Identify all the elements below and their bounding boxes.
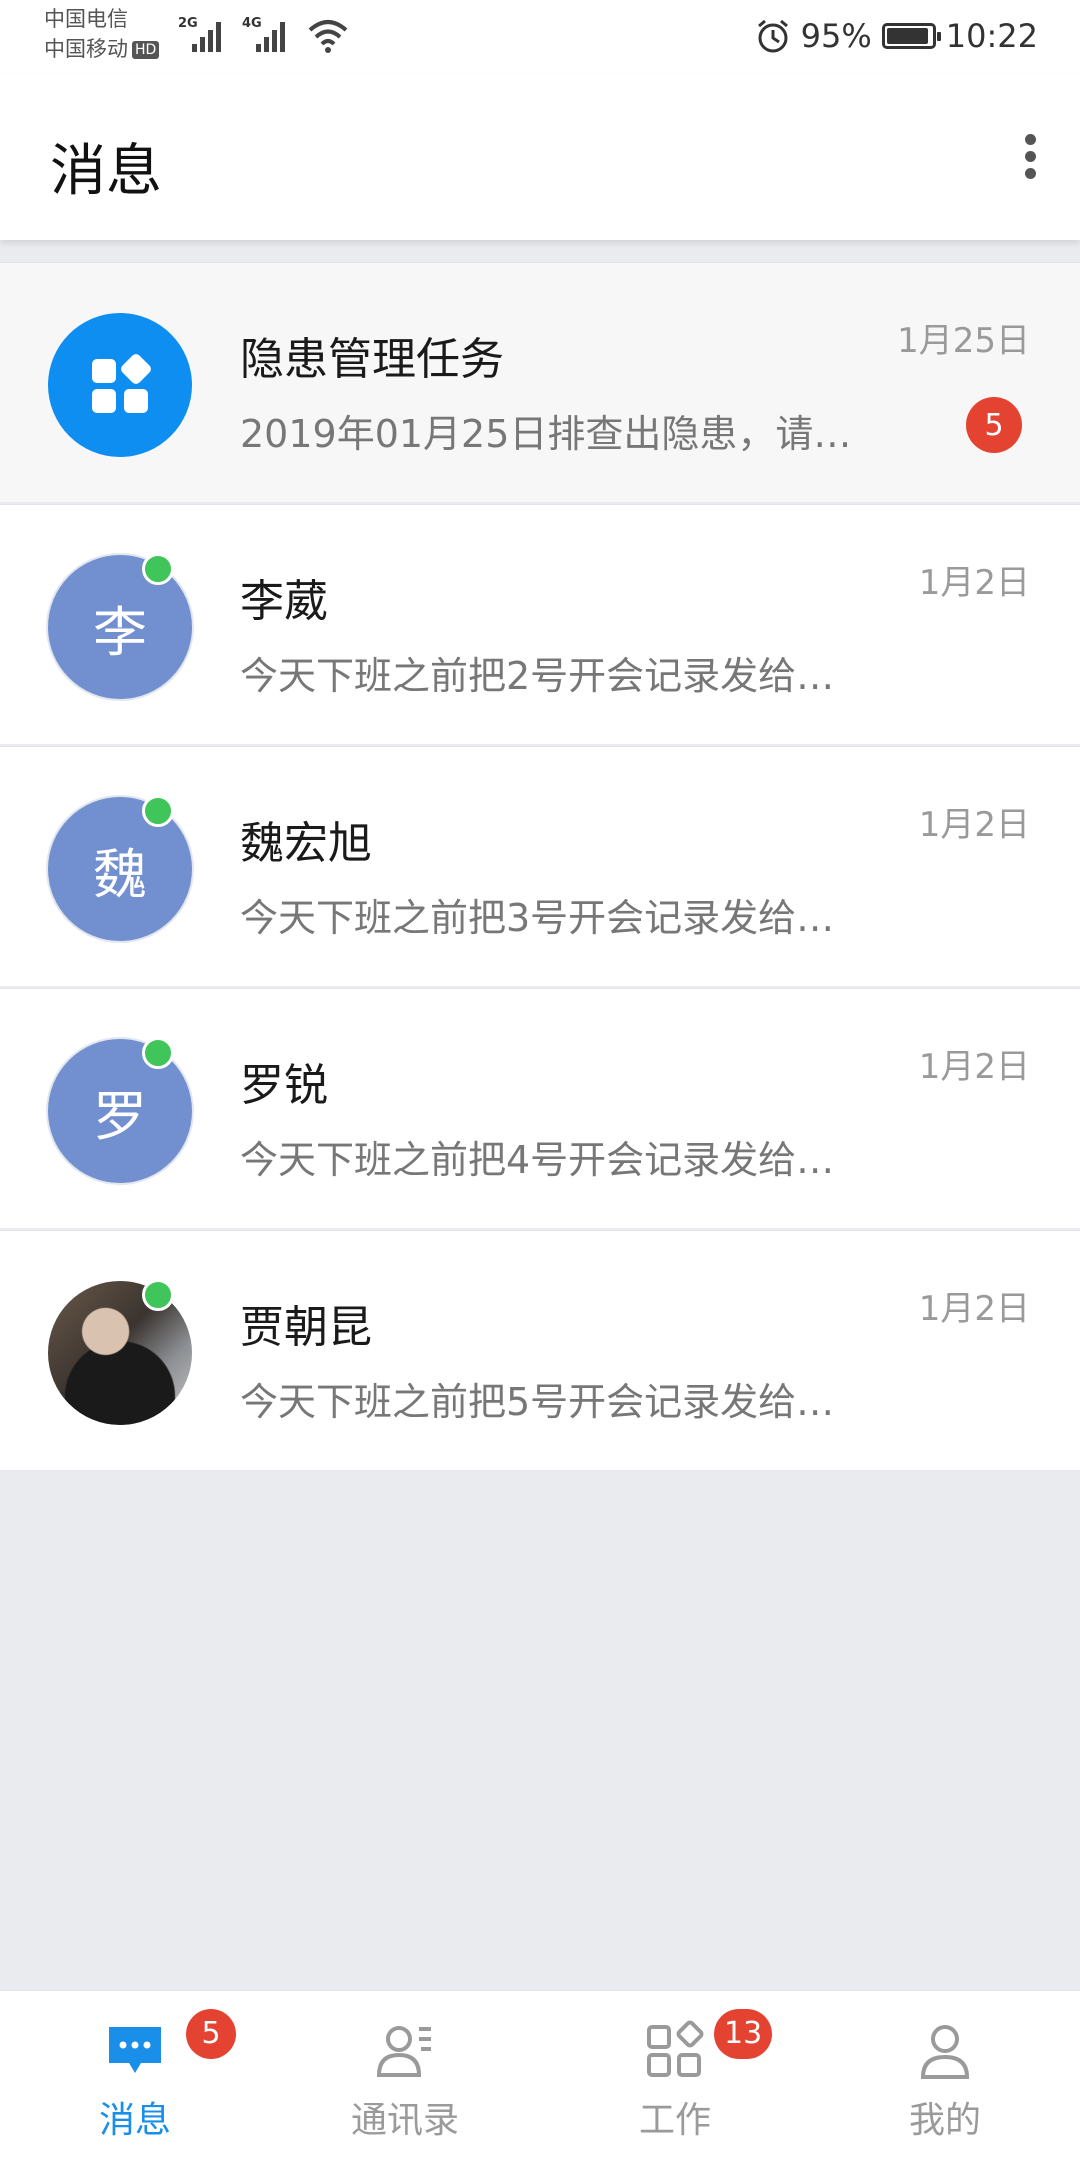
conversation-row[interactable]: 罗 罗锐 今天下班之前把4号开会记录发给… 1月2日 <box>0 988 1080 1228</box>
tab-badge: 5 <box>186 2009 236 2059</box>
tab-label: 工作 <box>638 2100 711 2141</box>
carrier-info: 中国电信 中国移动 HD <box>44 4 160 64</box>
conversation-preview: 2019年01月25日排查出隐患，请… <box>240 412 852 456</box>
conversation-row[interactable]: 魏 魏宏旭 今天下班之前把3号开会记录发给… 1月2日 <box>0 746 1080 986</box>
contacts-icon <box>376 2026 431 2077</box>
conversation-row[interactable]: 李 李葳 今天下班之前把2号开会记录发给… 1月2日 <box>0 504 1080 744</box>
unread-badge: 5 <box>966 397 1022 453</box>
conversation-date: 1月2日 <box>918 563 1030 603</box>
carrier-1: 中国电信 <box>44 7 128 31</box>
tab-me[interactable]: 我的 <box>810 1991 1080 2161</box>
tab-messages[interactable]: 消息 5 <box>0 1991 270 2161</box>
tab-label: 我的 <box>908 2100 981 2141</box>
tab-contacts[interactable]: 通讯录 <box>270 1991 540 2161</box>
tab-badge: 13 <box>714 2009 773 2059</box>
conversation-name: 魏宏旭 <box>240 818 372 869</box>
page-title: 消息 <box>50 139 162 204</box>
conversation-name: 李葳 <box>240 576 328 627</box>
online-status-dot <box>142 1037 174 1069</box>
bottom-tab-bar: 消息 5 通讯录 工作 13 我的 <box>0 1990 1080 2161</box>
conversation-name: 罗锐 <box>240 1060 328 1111</box>
online-status-dot <box>142 795 174 827</box>
tab-label: 消息 <box>98 2100 171 2141</box>
conversation-date: 1月2日 <box>918 1047 1030 1087</box>
status-bar: 中国电信 中国移动 HD 2G 4G 95% 10:22 <box>0 0 1080 74</box>
carrier-2: 中国移动 <box>44 37 128 61</box>
battery-percent: 95% <box>800 17 872 55</box>
work-grid-icon <box>647 2020 704 2077</box>
conversation-preview: 今天下班之前把2号开会记录发给… <box>240 654 835 698</box>
status-right: 95% 10:22 <box>755 10 1038 62</box>
conversation-date: 1月2日 <box>918 1289 1030 1329</box>
conversation-row[interactable]: 贾朝昆 今天下班之前把5号开会记录发给… 1月2日 <box>0 1230 1080 1470</box>
alarm-icon <box>757 19 788 53</box>
wifi-icon <box>308 20 348 53</box>
conversation-date: 1月2日 <box>918 805 1030 845</box>
hd-badge: HD <box>132 41 160 59</box>
online-status-dot <box>142 1279 174 1311</box>
tab-work[interactable]: 工作 13 <box>540 1991 810 2161</box>
more-vertical-icon[interactable] <box>1018 130 1042 186</box>
conversation-name: 隐患管理任务 <box>240 334 504 385</box>
conversation-row[interactable]: 隐患管理任务 2019年01月25日排查出隐患，请… 1月25日 5 <box>0 262 1080 502</box>
clock: 10:22 <box>945 17 1038 55</box>
tab-label: 通讯录 <box>350 2100 459 2141</box>
conversation-preview: 今天下班之前把4号开会记录发给… <box>240 1138 835 1182</box>
conversation-preview: 今天下班之前把3号开会记录发给… <box>240 896 835 940</box>
battery-icon <box>881 23 941 49</box>
chat-bubble-icon <box>109 2027 161 2073</box>
grid-apps-icon <box>92 354 151 413</box>
online-status-dot <box>142 553 174 585</box>
person-icon <box>920 2025 970 2079</box>
avatar <box>48 313 192 457</box>
conversation-name: 贾朝昆 <box>240 1302 372 1353</box>
battery-fill <box>886 28 929 44</box>
conversation-date: 1月25日 <box>897 321 1030 361</box>
app-header: 消息 <box>0 74 1080 240</box>
conversation-preview: 今天下班之前把5号开会记录发给… <box>240 1380 835 1424</box>
